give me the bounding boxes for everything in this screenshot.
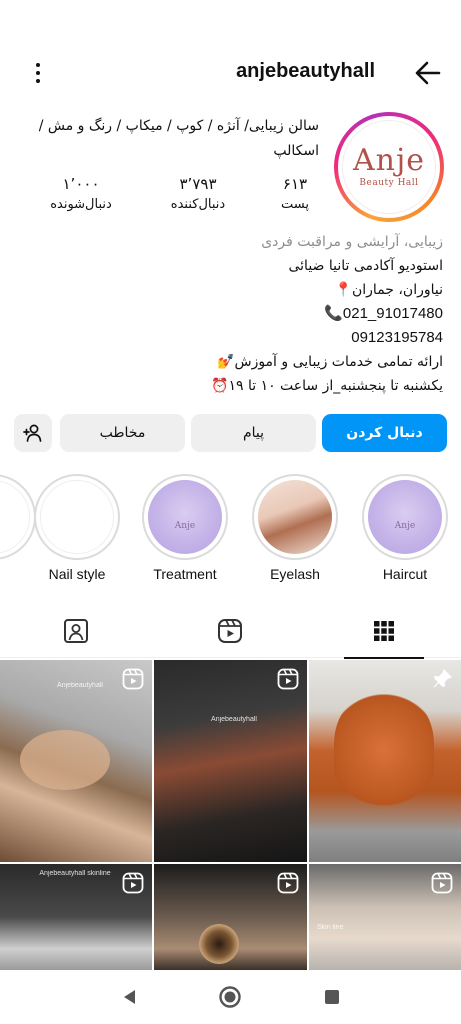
highlight-label: Eyelash bbox=[270, 566, 320, 582]
profile-avatar[interactable]: Anje Beauty Hall bbox=[334, 112, 444, 222]
bio-line-studio: استودیو آکادمی تانیا ضیائی bbox=[288, 258, 443, 274]
bio-phone-1[interactable]: 📞021_91017480 bbox=[13, 302, 443, 326]
bio-line-location: نیاوران، جماران📍 bbox=[334, 282, 443, 298]
following-label: دنبال‌شونده bbox=[50, 197, 112, 212]
profile-bio: زیبایی، آرایشی و مراقبت فردی استودیو آکا… bbox=[13, 230, 443, 398]
highlight-label: Treatment bbox=[153, 566, 217, 582]
story-highlights: Nail style Anje Treatment Eyelash Anje H… bbox=[0, 474, 461, 594]
post-thumbnail[interactable]: Skin line bbox=[309, 864, 461, 970]
posts-grid: Anjebeautyhall Anjebeautyhall Anjebeauty… bbox=[0, 660, 461, 970]
posts-label: پست bbox=[281, 197, 309, 212]
reels-icon bbox=[218, 619, 242, 643]
active-tab-indicator bbox=[344, 657, 424, 659]
highlight-label: Nail style bbox=[48, 566, 106, 582]
highlight-label: Haircut bbox=[382, 566, 428, 582]
more-options-icon[interactable] bbox=[26, 60, 50, 86]
contact-button[interactable]: مخاطب bbox=[60, 414, 185, 452]
system-navigation-bar bbox=[0, 970, 461, 1024]
follow-button[interactable]: دنبال کردن bbox=[322, 414, 447, 452]
followers-count: ۳٬۷۹۳ bbox=[179, 175, 217, 193]
posts-count: ۶۱۳ bbox=[282, 175, 308, 193]
reel-badge-icon bbox=[431, 872, 453, 894]
reel-badge-icon bbox=[122, 872, 144, 894]
circle-home-icon bbox=[219, 986, 241, 1008]
profile-tabs bbox=[0, 604, 461, 659]
following-count: ۱٬۰۰۰ bbox=[62, 175, 100, 193]
post-thumbnail[interactable] bbox=[309, 660, 461, 862]
reel-badge-icon bbox=[277, 668, 299, 690]
reel-badge-icon bbox=[122, 668, 144, 690]
profile-actions: دنبال کردن پیام مخاطب bbox=[14, 414, 447, 452]
post-watermark: Anjebeautyhall skinline bbox=[39, 870, 111, 877]
highlight-cover: Anje bbox=[148, 480, 222, 554]
post-watermark: Anjebeautyhall bbox=[57, 682, 103, 689]
triangle-back-icon bbox=[124, 990, 135, 1004]
highlight-partial[interactable] bbox=[0, 474, 36, 560]
highlight-treatment[interactable]: Anje Treatment bbox=[142, 474, 228, 582]
reel-badge-icon bbox=[277, 872, 299, 894]
followers-label: دنبال‌کننده bbox=[170, 197, 226, 212]
bio-phone-2[interactable]: 09123195784 bbox=[13, 326, 443, 350]
highlight-haircut[interactable]: Anje Haircut bbox=[362, 474, 448, 582]
nav-home-button[interactable] bbox=[218, 985, 242, 1009]
square-recents-icon bbox=[325, 990, 339, 1004]
message-button[interactable]: پیام bbox=[191, 414, 316, 452]
post-thumbnail[interactable]: Anjebeautyhall bbox=[0, 660, 152, 862]
tab-tagged[interactable] bbox=[0, 604, 153, 658]
highlight-cover: Anje bbox=[368, 480, 442, 554]
highlight-cover bbox=[258, 480, 332, 554]
post-thumbnail[interactable]: Anjebeautyhall bbox=[154, 660, 307, 862]
profile-category-line: سالن زیبایی/ آنژه / کوپ / میکاپ / رنگ و … bbox=[38, 118, 319, 159]
profile-username: anjebeautyhall bbox=[236, 60, 375, 82]
posts-stat[interactable]: ۶۱۳ پست bbox=[269, 174, 321, 216]
post-watermark: Anjebeautyhall bbox=[211, 716, 257, 723]
nav-back-button[interactable] bbox=[118, 985, 142, 1009]
tab-reels[interactable] bbox=[153, 604, 307, 658]
highlight-eyelash[interactable]: Eyelash bbox=[252, 474, 338, 582]
post-watermark: Skin line bbox=[317, 924, 344, 931]
tagged-person-icon bbox=[64, 619, 88, 643]
highlight-nail-style[interactable]: Nail style bbox=[34, 474, 120, 582]
brand-logo: Anje Beauty Hall bbox=[342, 120, 436, 214]
followers-stat[interactable]: ۳٬۷۹۳ دنبال‌کننده bbox=[153, 174, 243, 216]
grid-icon bbox=[374, 621, 394, 641]
pin-icon bbox=[433, 669, 452, 688]
nav-recents-button[interactable] bbox=[320, 985, 344, 1009]
back-arrow-icon[interactable] bbox=[413, 58, 443, 88]
highlight-cover bbox=[40, 480, 114, 554]
post-thumbnail[interactable]: Anjebeautyhall skinline bbox=[0, 864, 152, 970]
following-stat[interactable]: ۱٬۰۰۰ دنبال‌شونده bbox=[31, 174, 131, 216]
bio-category: زیبایی، آرایشی و مراقبت فردی bbox=[261, 234, 443, 250]
suggested-users-button[interactable] bbox=[14, 414, 52, 452]
bio-line-hours: یکشنبه تا پنجشنبه_از ساعت ۱۰ تا ۱۹⏰ bbox=[211, 378, 443, 394]
tab-posts-grid[interactable] bbox=[307, 604, 461, 659]
bio-line-services: ارائه تمامی خدمات زیبایی و آموزش💅 bbox=[217, 354, 443, 370]
add-person-icon bbox=[23, 424, 42, 442]
post-thumbnail[interactable] bbox=[154, 864, 307, 970]
profile-stats: ۶۱۳ پست ۳٬۷۹۳ دنبال‌کننده ۱٬۰۰۰ دنبال‌شو… bbox=[31, 174, 321, 224]
top-bar: anjebeautyhall bbox=[0, 50, 461, 96]
